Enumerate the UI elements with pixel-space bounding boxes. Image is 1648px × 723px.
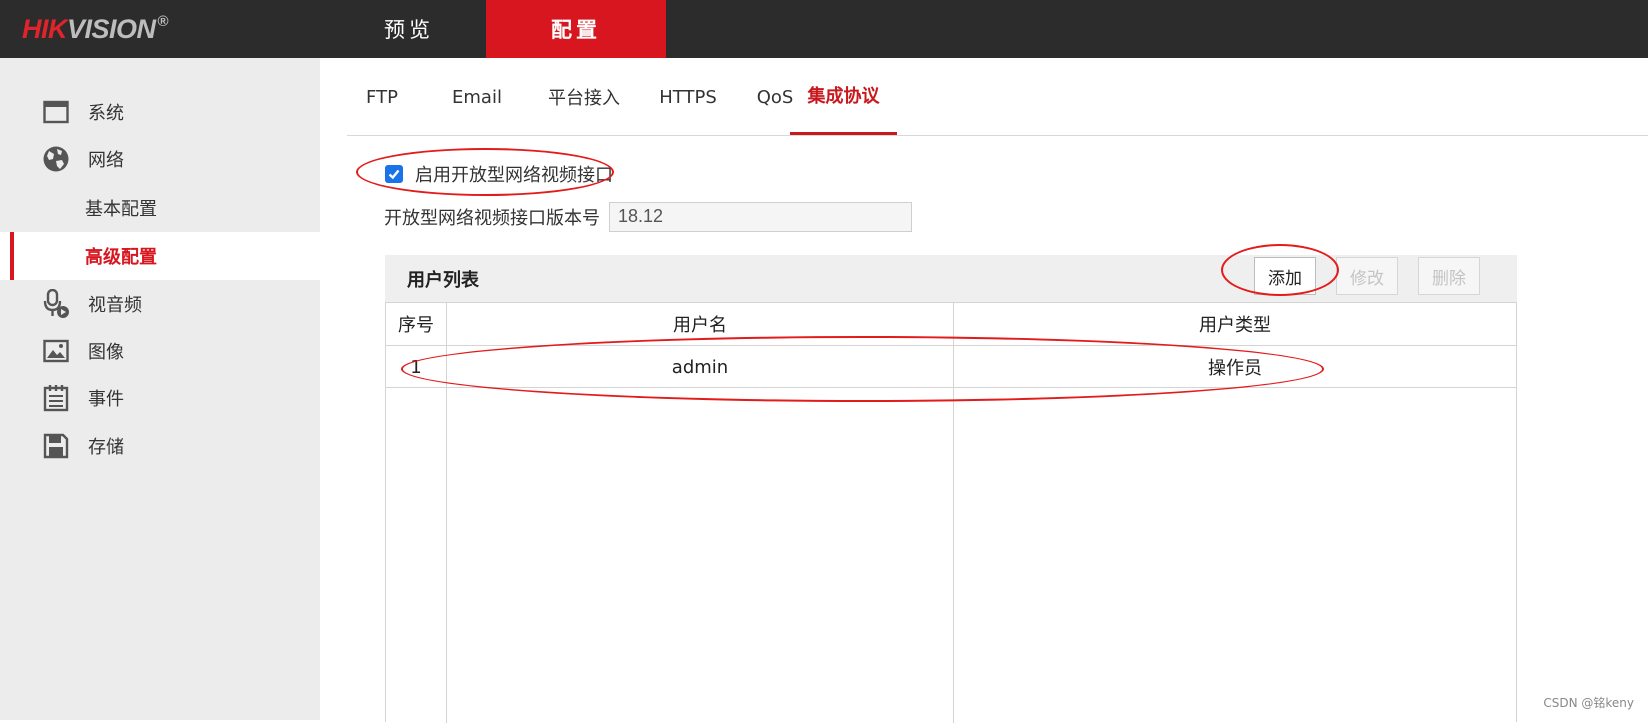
column-header-user-type: 用户类型: [1199, 315, 1271, 336]
tab-email[interactable]: Email: [437, 58, 517, 136]
sidebar-item-label: 高级配置: [85, 247, 157, 268]
watermark: CSDN @铭keny: [1543, 696, 1634, 710]
sidebar-item-label: 视音频: [88, 295, 142, 316]
save-icon: [42, 432, 70, 460]
onvif-version-label: 开放型网络视频接口版本号: [384, 208, 600, 229]
tab-integration-protocol[interactable]: 集成协议: [790, 58, 897, 135]
active-indicator: [10, 232, 14, 280]
user-list-header: 用户列表 添加 修改 删除: [385, 255, 1517, 302]
column-header-username: 用户名: [673, 315, 727, 336]
sidebar-item-event[interactable]: 事件: [0, 378, 320, 418]
sidebar-item-label: 网络: [88, 150, 124, 171]
enable-onvif-label: 启用开放型网络视频接口: [415, 165, 613, 186]
checkmark-icon: [388, 169, 400, 180]
sidebar-item-network[interactable]: 网络: [0, 139, 320, 179]
sidebar-item-storage[interactable]: 存储: [0, 426, 320, 466]
sidebar-item-label: 存储: [88, 437, 124, 458]
row-index: 1: [410, 356, 422, 378]
column-header-index: 序号: [398, 315, 434, 336]
sidebar-item-label: 系统: [88, 103, 124, 124]
nav-config-tab[interactable]: 配置: [486, 0, 666, 58]
image-icon: [42, 337, 70, 365]
hikvision-logo: HIK VISION ®: [22, 12, 169, 44]
user-table: 序号 用户名 用户类型 1 admin 操作员: [385, 302, 1517, 723]
delete-user-button[interactable]: 删除: [1418, 257, 1480, 295]
sidebar-item-label: 事件: [88, 389, 124, 410]
nav-preview-tab[interactable]: 预览: [333, 0, 485, 58]
enable-onvif-row: 启用开放型网络视频接口: [385, 160, 613, 188]
sidebar-item-basic-config[interactable]: 基本配置: [0, 184, 320, 232]
settings-tab-bar: FTP Email 平台接入 HTTPS QoS 集成协议: [347, 58, 1648, 136]
row-username: admin: [671, 356, 729, 378]
enable-onvif-checkbox[interactable]: [385, 165, 403, 183]
sidebar-item-label: 图像: [88, 342, 124, 363]
microphone-icon: [42, 289, 70, 318]
onvif-version-field[interactable]: 18.12: [609, 202, 912, 232]
user-list-title: 用户列表: [407, 269, 479, 291]
onvif-version-row: 开放型网络视频接口版本号 18.12: [384, 202, 912, 232]
sidebar: 系统 网络 基本配置 高级配置 视音频 图像 事件 存储: [0, 58, 320, 720]
globe-icon: [42, 145, 70, 173]
sidebar-item-image[interactable]: 图像: [0, 331, 320, 371]
system-window-icon: [42, 98, 70, 126]
add-user-button[interactable]: 添加: [1254, 257, 1316, 295]
row-user-type: 操作员: [1208, 358, 1262, 379]
sidebar-item-label: 基本配置: [85, 199, 157, 220]
sidebar-item-audio-video[interactable]: 视音频: [0, 284, 320, 324]
top-navigation-bar: HIK VISION ® 预览 配置: [0, 0, 1648, 58]
tab-ftp[interactable]: FTP: [347, 58, 417, 136]
sidebar-item-advanced-config[interactable]: 高级配置: [0, 232, 320, 280]
calendar-icon: [42, 384, 70, 412]
modify-user-button[interactable]: 修改: [1336, 257, 1398, 295]
sidebar-item-system[interactable]: 系统: [0, 92, 320, 132]
